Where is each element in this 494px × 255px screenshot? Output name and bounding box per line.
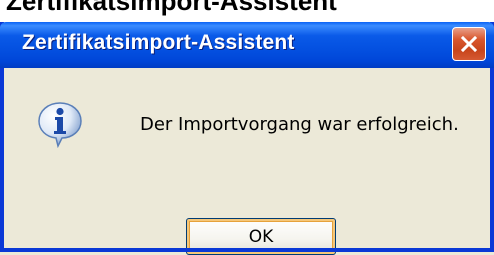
dialog-bottom-frame (0, 248, 494, 252)
background-window-title: Zertifikatsimport-Assistent (6, 0, 337, 16)
dialog-title: Zertifikatsimport-Assistent (22, 31, 295, 54)
title-bar[interactable]: Zertifikatsimport-Assistent (0, 22, 494, 68)
dialog-message: Der Importvorgang war erfolgreich. (140, 114, 459, 135)
info-icon (38, 102, 82, 148)
close-icon (460, 35, 478, 53)
close-button[interactable] (452, 27, 486, 61)
message-dialog: Zertifikatsimport-Assistent Der Importvo… (0, 22, 494, 255)
background-window-title-fragment: Zertifikatsimport-Assistent (0, 0, 494, 22)
